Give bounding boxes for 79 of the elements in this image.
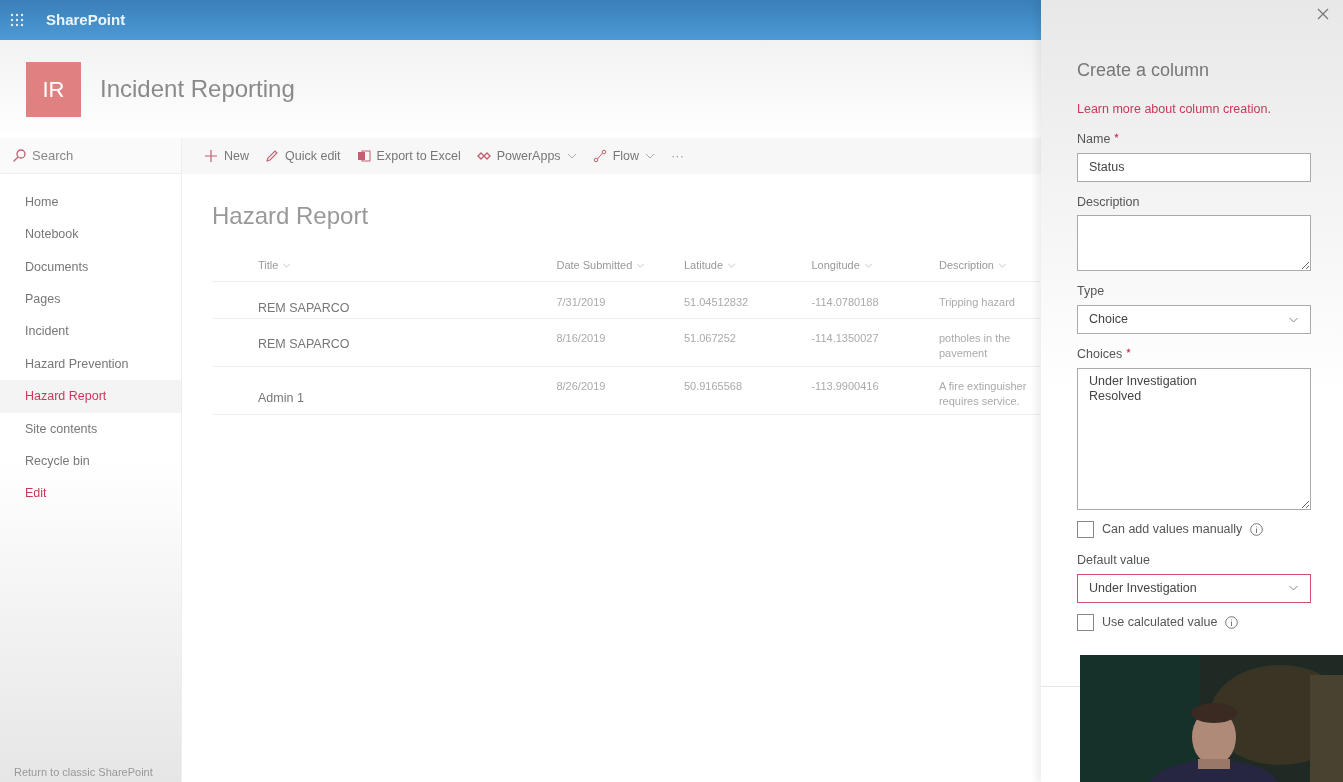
table-cell-text: 51.04512832 [683, 295, 750, 310]
app-launcher-icon[interactable] [10, 13, 24, 27]
chevron-down-icon [636, 263, 646, 268]
column-header[interactable]: Longitude [811, 257, 860, 274]
nav-item[interactable]: Incident [0, 315, 181, 348]
table-cell-text: 7/31/2019 [556, 295, 607, 310]
checkbox[interactable] [1077, 614, 1094, 631]
chevron-down-icon [566, 153, 577, 159]
edit-link[interactable]: Edit [0, 477, 181, 510]
table-cell[interactable]: Admin 1 [258, 391, 304, 405]
column-header[interactable]: Title [258, 257, 279, 274]
chevron-down-icon [1288, 316, 1299, 323]
chevron-down-icon [997, 263, 1007, 268]
table-cell-text: -114.0780188 [811, 295, 880, 310]
table-cell-text: potholes in the pavement [938, 331, 1012, 361]
chevron-down-icon [645, 153, 656, 159]
dropdown[interactable]: Under Investigation [1077, 573, 1311, 603]
choices-field[interactable]: Under Investigation Resolved [1077, 367, 1311, 510]
field-label: Default value [1077, 551, 1150, 569]
table-cell-text: 8/16/2019 [556, 331, 607, 346]
search-icon [12, 148, 26, 163]
field-label: Description [1077, 193, 1140, 211]
nav-item[interactable]: Pages [0, 283, 181, 316]
spreadsheet-icon [356, 149, 371, 163]
edit-command[interactable]: Quick edit [265, 146, 341, 166]
required-icon [1114, 132, 1120, 138]
return-link[interactable]: Return to classic SharePoint [14, 763, 181, 780]
search-box[interactable]: Search [0, 138, 181, 174]
table-cell-text: 8/26/2019 [556, 379, 607, 394]
table-cell-text: -113.9900416 [811, 379, 880, 394]
new-command[interactable]: New [204, 146, 249, 166]
site-logo: IR [26, 61, 81, 117]
dropdown[interactable]: Choice [1077, 305, 1311, 334]
nav-item[interactable]: Site contents [0, 412, 181, 446]
checkbox-label: Can add values manually [1102, 521, 1243, 539]
table-cell-text: A fire extinguisher requires service. [938, 379, 1028, 409]
column-header[interactable]: Description [938, 257, 994, 274]
table-cell[interactable]: REM SAPARCO [258, 301, 350, 315]
table-cell-text: -114.1350027 [811, 331, 880, 346]
learn-more-link[interactable]: Learn more about column creation. [1077, 100, 1271, 119]
table-cell-text: 51.067252 [683, 331, 737, 346]
nav-item[interactable]: Hazard Prevention [0, 347, 181, 381]
required-icon [1126, 348, 1132, 353]
more-button[interactable]: ··· [671, 146, 685, 166]
field-label: Choices [1077, 346, 1123, 363]
field-label: Type [1077, 283, 1105, 301]
nav-item[interactable]: Hazard Report [0, 380, 181, 413]
column-header[interactable]: Date Submitted [556, 257, 633, 274]
pencil-icon [265, 149, 279, 163]
chevron-down-icon [863, 263, 873, 268]
flow-command[interactable]: Flow [592, 146, 656, 166]
field-label: Name [1077, 130, 1111, 148]
app-title: SharePoint [46, 9, 126, 30]
nav-item[interactable]: Documents [0, 250, 181, 284]
checkbox[interactable] [1077, 521, 1094, 539]
nav-item[interactable]: Home [0, 186, 181, 219]
table-cell-text: 50.9165568 [683, 379, 744, 394]
powerapps-command[interactable]: PowerApps [476, 146, 577, 166]
info-icon[interactable] [1250, 523, 1264, 537]
name-field[interactable]: Status [1077, 152, 1311, 182]
column-header[interactable]: Latitude [683, 257, 724, 274]
panel-title: Create a column [1077, 59, 1211, 82]
close-icon[interactable] [1317, 8, 1329, 20]
nav-item[interactable]: Notebook [0, 218, 181, 251]
chevron-down-icon [727, 263, 737, 268]
description-field[interactable] [1077, 215, 1311, 272]
site-title: Incident Reporting [100, 74, 295, 104]
search-field[interactable]: Search [32, 145, 152, 166]
chevron-down-icon [1288, 585, 1299, 591]
excel-command[interactable]: Export to Excel [356, 146, 461, 166]
nav-item[interactable]: Recycle bin [0, 445, 181, 478]
checkbox-label: Use calculated value [1102, 614, 1218, 632]
plus-icon [204, 149, 218, 163]
info-icon[interactable] [1225, 616, 1239, 629]
flow-icon [592, 149, 607, 163]
chevron-down-icon [282, 263, 292, 268]
table-cell-text: Tripping hazard [938, 295, 1016, 310]
list-title: Hazard Report [212, 201, 370, 231]
table-cell[interactable]: REM SAPARCO [258, 337, 350, 351]
